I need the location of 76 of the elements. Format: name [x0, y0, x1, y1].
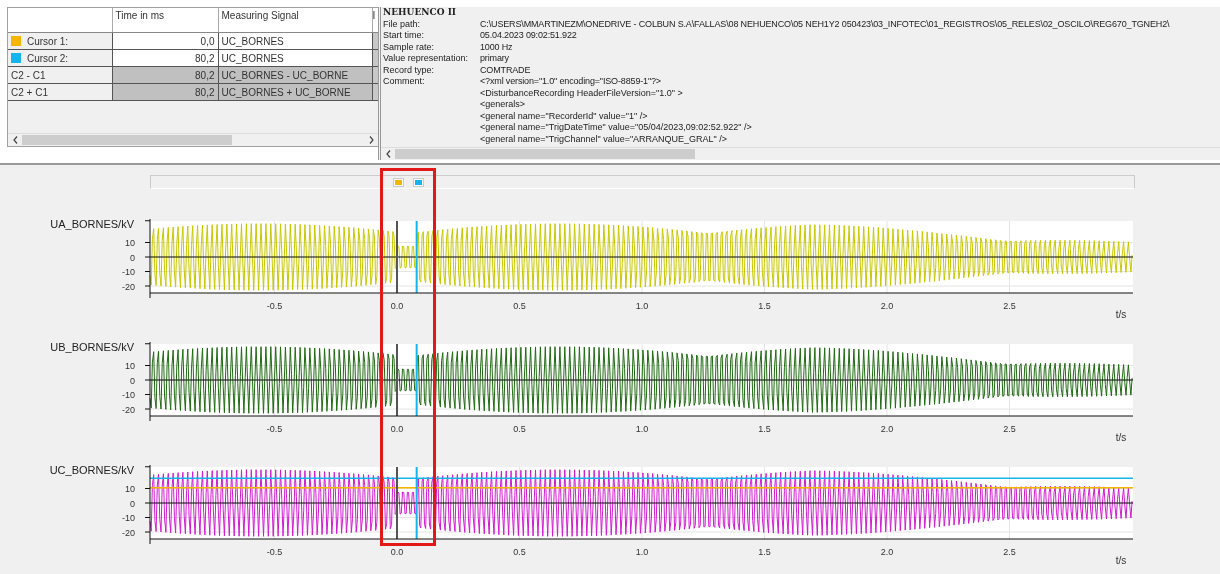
comment-line: <DisturbanceRecording HeaderFileVersion="1.0" > [480, 87, 683, 98]
cursor-label: C2 - C1 [11, 69, 46, 81]
x-tick-label: 2.0 [880, 424, 894, 434]
x-tick-label: 1.5 [758, 424, 771, 434]
field-value: 1000 Hz [480, 41, 514, 53]
cursor-marker[interactable] [393, 178, 404, 187]
channel-label: UA_BORNES/kV [50, 218, 134, 230]
field-label: Start time: [383, 30, 425, 42]
scroll-right-icon[interactable] [368, 136, 374, 144]
y-tick-label: 10 [125, 238, 135, 248]
x-tick-label: -0.5 [266, 301, 283, 311]
channel-label: UC_BORNES/kV [49, 464, 134, 476]
y-tick-label: -10 [122, 390, 135, 400]
comment-line: <general name="RecorderId" value="1" /> [480, 110, 648, 121]
record-title: NEHUENCO II [383, 7, 458, 19]
x-tick-label: 2.5 [1003, 301, 1016, 311]
y-tick-label: 10 [125, 361, 135, 371]
x-tick-label: 2.5 [1003, 424, 1016, 434]
axis-unit-label: t/s [1115, 309, 1127, 320]
y-tick-label: 0 [130, 252, 135, 263]
cursor-label: Cursor 2: [27, 52, 69, 64]
x-tick-label: 2.5 [1003, 547, 1016, 557]
x-tick-label: 0.5 [513, 301, 526, 311]
x-tick-label: 2.0 [880, 547, 894, 557]
channel-label: UB_BORNES/kV [50, 341, 134, 353]
x-tick-label: 0.5 [513, 424, 526, 434]
axis-unit-label: t/s [1115, 555, 1127, 566]
x-tick-label: 1.0 [635, 424, 649, 434]
axis-unit-label: t/s [1115, 432, 1127, 443]
horizontal-scrollbar[interactable] [8, 133, 378, 146]
x-tick-label: 1.5 [758, 547, 771, 557]
x-tick-label: 0.0 [390, 301, 404, 311]
y-tick-label: 0 [130, 375, 135, 386]
comment-line: <general name="TrigDateTime" value="05/04/2023,09:02:52.922" /> [480, 122, 752, 132]
y-tick-label: -20 [122, 527, 135, 538]
field-value: <?xml version="1.0" encoding="ISO-8859-1"?> [480, 76, 662, 88]
cursor-marker[interactable] [412, 178, 424, 187]
comment-line: <general name="TrigChannel" value="ARRANQUE_GRAL" /> [480, 133, 728, 144]
x-tick-label: 1.0 [635, 301, 649, 311]
cursor-line[interactable] [415, 343, 418, 417]
cursor-line[interactable] [396, 466, 398, 540]
comment-line: <generals> [480, 99, 526, 109]
field-label: Comment: [383, 76, 426, 88]
cursor-label: Cursor 1: [27, 35, 69, 47]
y-tick-label: -20 [122, 281, 135, 292]
column-header[interactable]: Measuring Signal [218, 8, 372, 33]
y-tick-label: 0 [130, 498, 135, 509]
x-tick-label: 0.0 [390, 424, 404, 434]
x-tick-label: 2.0 [880, 301, 894, 311]
x-tick-label: -0.5 [266, 424, 283, 434]
cursor-line[interactable] [415, 466, 418, 540]
y-tick-label: -10 [122, 513, 135, 523]
scroll-left-icon[interactable] [12, 136, 18, 144]
field-label: Sample rate: [383, 41, 436, 53]
x-tick-label: 1.0 [635, 547, 649, 557]
x-tick-label: 0.5 [513, 547, 526, 557]
field-label: Record type: [383, 64, 436, 76]
x-tick-label: -0.5 [266, 547, 283, 557]
cursor-line[interactable] [396, 343, 398, 417]
field-value: COMTRADE [480, 64, 532, 76]
field-value: 05.04.2023 09:02:51.922 [480, 30, 578, 42]
column-header[interactable]: Time in ms [112, 8, 218, 33]
x-tick-label: 1.5 [758, 301, 771, 311]
x-tick-label: 0.0 [390, 547, 404, 557]
field-value: C:\USERS\MMARTINEZM\ONEDRIVE - COLBUN S.A\FALLAS\08 NEHUENCO\05 NEH1Y2 050423\03_INFOTEC\01_REGISTROS\05_RELES\02_OSCILO\REG670_TGNEH2\ [480, 18, 1171, 30]
y-tick-label: -10 [122, 267, 135, 277]
scroll-left-icon[interactable] [385, 150, 391, 158]
field-value: primary [480, 53, 510, 65]
y-tick-label: -20 [122, 404, 135, 415]
field-label: File path: [383, 18, 422, 30]
field-label: Value representation: [383, 53, 469, 65]
horizontal-scrollbar[interactable] [381, 147, 1220, 160]
y-tick-label: 10 [125, 484, 135, 494]
cursor-line[interactable] [415, 220, 418, 294]
cursor-label: C2 + C1 [11, 86, 48, 98]
cursor-line[interactable] [396, 220, 398, 294]
